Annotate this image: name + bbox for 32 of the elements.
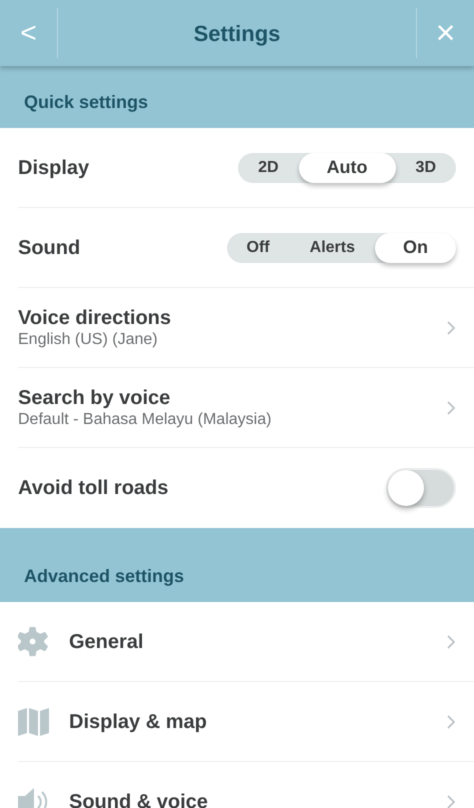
section-header: Quick settings bbox=[24, 91, 148, 114]
map-icon bbox=[18, 708, 50, 736]
row-value: English (US) (Jane) bbox=[18, 330, 159, 350]
settings-row[interactable]: Search by voice Default - Bahasa Melayu (Malaysia) bbox=[18, 368, 474, 448]
row-label: Display & map bbox=[69, 710, 208, 734]
settings-row[interactable]: Voice directions English (US) (Jane) bbox=[18, 288, 474, 368]
settings-row[interactable]: General bbox=[18, 602, 474, 682]
row-label: Sound bbox=[18, 236, 80, 260]
segment-option[interactable]: Auto bbox=[298, 152, 396, 182]
segment-option[interactable]: Off bbox=[226, 232, 290, 262]
segment-option[interactable]: 3D bbox=[396, 152, 456, 182]
row-value: Default - Bahasa Melayu (Malaysia) bbox=[18, 410, 272, 430]
toggle-switch[interactable] bbox=[386, 468, 456, 508]
settings-row[interactable]: Display & map bbox=[18, 682, 474, 762]
row-label: General bbox=[69, 630, 144, 654]
row-label: Avoid toll roads bbox=[18, 476, 168, 501]
window-title: Settings bbox=[192, 20, 282, 48]
settings-row[interactable]: Sound & voice bbox=[18, 762, 474, 808]
chevron-right-icon bbox=[446, 714, 456, 730]
chevron-right-icon bbox=[446, 794, 456, 808]
segment-option[interactable]: 2D bbox=[238, 152, 299, 182]
row-label: Search by voice bbox=[18, 386, 172, 410]
row-label: Voice directions bbox=[18, 306, 172, 330]
segment-option[interactable]: On bbox=[375, 232, 456, 262]
gear-icon bbox=[18, 626, 48, 658]
row-label: Display bbox=[18, 156, 90, 180]
section-header: Advanced settings bbox=[24, 565, 184, 588]
chevron-right-icon bbox=[446, 634, 456, 650]
chevron-right-icon bbox=[446, 320, 456, 336]
chevron-right-icon bbox=[446, 400, 456, 416]
segment-option[interactable]: Alerts bbox=[290, 232, 375, 262]
row-label: Sound & voice bbox=[69, 790, 209, 808]
